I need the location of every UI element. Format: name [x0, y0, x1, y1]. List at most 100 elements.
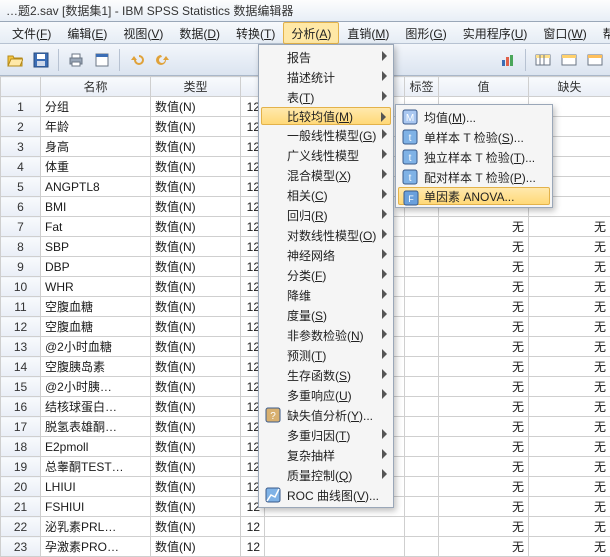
variables-button[interactable]: [532, 49, 554, 71]
cell-type[interactable]: 数值(N): [151, 517, 241, 537]
cell-name[interactable]: 空腹血糖: [41, 317, 151, 337]
menu-item-一般线性模型[interactable]: 一般线性模型(G): [261, 125, 391, 145]
cell-name[interactable]: BMI: [41, 197, 151, 217]
cell-width[interactable]: 12: [241, 537, 265, 557]
cell-missing[interactable]: 无: [529, 237, 610, 257]
menu-item-回归[interactable]: 回归(R): [261, 205, 391, 225]
cell-name[interactable]: 身高: [41, 137, 151, 157]
menu-分析[interactable]: 分析(A): [283, 22, 339, 44]
cell-value[interactable]: 无: [439, 417, 529, 437]
cell-missing[interactable]: 无: [529, 537, 610, 557]
cell-value[interactable]: 无: [439, 397, 529, 417]
undo-button[interactable]: [126, 49, 148, 71]
menu-视图[interactable]: 视图(V): [115, 22, 171, 44]
cell-value[interactable]: 无: [439, 277, 529, 297]
row-header[interactable]: 5: [1, 177, 41, 197]
menu-item-描述统计[interactable]: 描述统计: [261, 67, 391, 87]
cell-type[interactable]: 数值(N): [151, 177, 241, 197]
cell-missing[interactable]: 无: [529, 477, 610, 497]
menu-item-表[interactable]: 表(T): [261, 87, 391, 107]
cell-value[interactable]: 无: [439, 377, 529, 397]
col-type[interactable]: 类型: [151, 77, 241, 97]
cell-value[interactable]: 无: [439, 437, 529, 457]
row-header[interactable]: 21: [1, 497, 41, 517]
recall-dialog-button[interactable]: [91, 49, 113, 71]
cell-type[interactable]: 数值(N): [151, 417, 241, 437]
cell-name[interactable]: 总睾酮TEST…: [41, 457, 151, 477]
row-header[interactable]: 9: [1, 257, 41, 277]
cell-tag[interactable]: [405, 417, 439, 437]
cell-missing[interactable]: 无: [529, 377, 610, 397]
compare-means-submenu[interactable]: M均值(M)...t单样本 T 检验(S)...t独立样本 T 检验(T)...…: [395, 104, 553, 208]
cell-name[interactable]: WHR: [41, 277, 151, 297]
cell-type[interactable]: 数值(N): [151, 257, 241, 277]
menu-item-广义线性模型[interactable]: 广义线性模型: [261, 145, 391, 165]
cell-name[interactable]: @2小时血糖: [41, 337, 151, 357]
cell-name[interactable]: FSHIUI: [41, 497, 151, 517]
cell-value[interactable]: 无: [439, 237, 529, 257]
row-header[interactable]: 13: [1, 337, 41, 357]
cell-type[interactable]: 数值(N): [151, 297, 241, 317]
row-header[interactable]: 6: [1, 197, 41, 217]
cell-missing[interactable]: 无: [529, 337, 610, 357]
row-header[interactable]: 1: [1, 97, 41, 117]
menu-item-质量控制[interactable]: 质量控制(Q): [261, 465, 391, 485]
menu-item-相关[interactable]: 相关(C): [261, 185, 391, 205]
row-header[interactable]: 15: [1, 377, 41, 397]
row-header[interactable]: 3: [1, 137, 41, 157]
menu-item-预测[interactable]: 预测(T): [261, 345, 391, 365]
cell-type[interactable]: 数值(N): [151, 457, 241, 477]
cell-name[interactable]: DBP: [41, 257, 151, 277]
cell-name[interactable]: Fat: [41, 217, 151, 237]
cell-tag[interactable]: [405, 257, 439, 277]
menu-item-独立样本 T 检验[interactable]: t独立样本 T 检验(T)...: [398, 147, 550, 167]
cell-tag[interactable]: [405, 377, 439, 397]
cell-value[interactable]: 无: [439, 217, 529, 237]
menu-窗口[interactable]: 窗口(W): [535, 22, 594, 44]
cell-tag[interactable]: [405, 397, 439, 417]
analyze-menu-popup[interactable]: 报告描述统计表(T)比较均值(M)一般线性模型(G)广义线性模型混合模型(X)相…: [258, 44, 394, 508]
menu-item-多重归因[interactable]: 多重归因(T): [261, 425, 391, 445]
cell-width[interactable]: 12: [241, 517, 265, 537]
row-header[interactable]: 23: [1, 537, 41, 557]
cell-name[interactable]: 空腹血糖: [41, 297, 151, 317]
cell-name[interactable]: E2pmoll: [41, 437, 151, 457]
cell-type[interactable]: 数值(N): [151, 437, 241, 457]
cell-value[interactable]: 无: [439, 317, 529, 337]
cell-name[interactable]: 年龄: [41, 117, 151, 137]
menu-文件[interactable]: 文件(F): [4, 22, 59, 44]
cell-name[interactable]: 泌乳素PRL…: [41, 517, 151, 537]
cell-value[interactable]: 无: [439, 497, 529, 517]
menu-item-对数线性模型[interactable]: 对数线性模型(O): [261, 225, 391, 245]
cell-type[interactable]: 数值(N): [151, 237, 241, 257]
row-header[interactable]: 19: [1, 457, 41, 477]
cell-name[interactable]: 分组: [41, 97, 151, 117]
menu-item-复杂抽样[interactable]: 复杂抽样: [261, 445, 391, 465]
chart-button[interactable]: [497, 49, 519, 71]
cell-type[interactable]: 数值(N): [151, 537, 241, 557]
cell-missing[interactable]: 无: [529, 397, 610, 417]
menu-item-度量[interactable]: 度量(S): [261, 305, 391, 325]
cell-type[interactable]: 数值(N): [151, 157, 241, 177]
row-header[interactable]: 16: [1, 397, 41, 417]
row-header[interactable]: 10: [1, 277, 41, 297]
row-header[interactable]: 2: [1, 117, 41, 137]
use-sets-button[interactable]: [584, 49, 606, 71]
cell-tag[interactable]: [405, 517, 439, 537]
menu-item-生存函数[interactable]: 生存函数(S): [261, 365, 391, 385]
cell-tag[interactable]: [405, 337, 439, 357]
redo-button[interactable]: [152, 49, 174, 71]
cell-type[interactable]: 数值(N): [151, 137, 241, 157]
menu-item-混合模型[interactable]: 混合模型(X): [261, 165, 391, 185]
cell-name[interactable]: @2小时胰…: [41, 377, 151, 397]
cell-name[interactable]: ANGPTL8: [41, 177, 151, 197]
menu-图形[interactable]: 图形(G): [397, 22, 454, 44]
menu-item-均值[interactable]: M均值(M)...: [398, 107, 550, 127]
cell-missing[interactable]: 无: [529, 517, 610, 537]
cell-type[interactable]: 数值(N): [151, 317, 241, 337]
cell-value[interactable]: 无: [439, 457, 529, 477]
row-header[interactable]: 11: [1, 297, 41, 317]
menu-实用程序[interactable]: 实用程序(U): [455, 22, 536, 44]
cell-value[interactable]: 无: [439, 337, 529, 357]
cell-value[interactable]: 无: [439, 517, 529, 537]
